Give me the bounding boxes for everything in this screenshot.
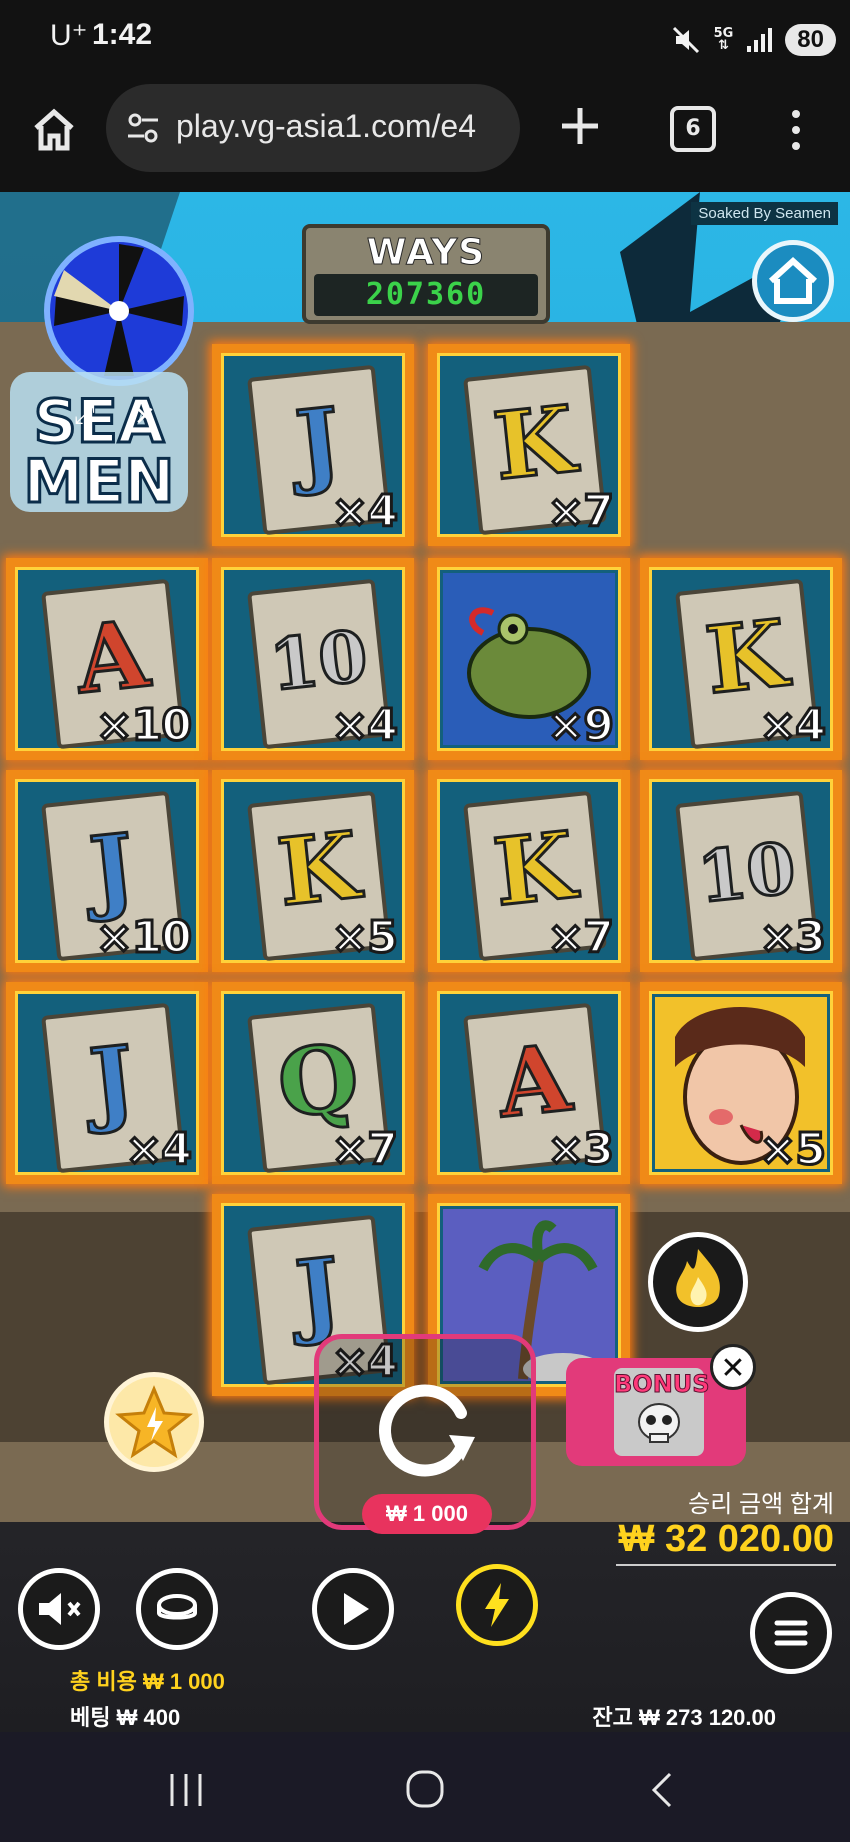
reel-symbol-1-1: 10 ×4 — [212, 558, 414, 760]
reel-symbol-3-2: A ×3 — [428, 982, 630, 1184]
multiplier-label: ×10 — [94, 911, 193, 965]
reel-symbol-1-0: A ×10 — [6, 558, 208, 760]
star-icon — [115, 1385, 193, 1459]
signal-icon — [747, 28, 773, 52]
bonus-label: BONUS — [614, 1370, 711, 1399]
plus-icon[interactable] — [556, 102, 604, 150]
reel-symbol-2-3: 10 ×3 — [640, 770, 842, 972]
reel-symbol-0-1: J ×4 — [212, 344, 414, 546]
feature-button[interactable] — [648, 1232, 748, 1332]
multiplier-label: ×5 — [330, 911, 400, 965]
symbol-letter: 10 — [692, 825, 801, 921]
home-icon[interactable] — [30, 106, 78, 154]
svg-text:MEN: MEN — [24, 447, 175, 517]
reel-symbol-2-0: J ×10 — [6, 770, 208, 972]
multiplier-label: ×10 — [94, 699, 193, 753]
tune-icon[interactable] — [126, 110, 160, 146]
game-canvas[interactable]: Soaked By Seamen SEA MEN ⤢ ✕ WAYS 207360… — [0, 192, 850, 1732]
reel-symbol-0-2: K ×7 — [428, 344, 630, 546]
win-divider — [616, 1564, 836, 1566]
status-bar: U⁺ 1:42 5G ⇅ 80 — [0, 0, 850, 80]
bet-amount: 베팅 ₩ 400 — [70, 1705, 181, 1730]
balance: 잔고 ₩ 273 120.00 — [592, 1705, 776, 1730]
flame-icon — [676, 1249, 720, 1307]
close-icon: ✕ — [720, 1351, 746, 1386]
back-icon[interactable] — [640, 1768, 690, 1812]
multiplier-label: ×4 — [124, 1123, 194, 1177]
win-total-label: 승리 금액 합계 — [688, 1491, 834, 1518]
mute-icon — [39, 1593, 81, 1625]
multiplier-label: ×4 — [758, 699, 828, 753]
reel-symbol-2-2: K ×7 — [428, 770, 630, 972]
clock: 1:42 — [92, 18, 153, 51]
nav-home-icon[interactable] — [400, 1768, 450, 1812]
multiplier-label: ×7 — [330, 1123, 400, 1177]
symbol-letter: 10 — [264, 613, 373, 709]
game-home-button[interactable] — [752, 240, 834, 322]
spin-cost-badge: ₩ 1 000 — [362, 1494, 492, 1534]
ways-label: WAYS — [366, 232, 486, 274]
total-cost: 총 비용 ₩ 1 000 — [70, 1669, 225, 1694]
multiplier-label: ×3 — [758, 911, 828, 965]
menu-button[interactable] — [750, 1592, 832, 1674]
network-5g-icon: 5G ⇅ — [713, 26, 734, 53]
address-bar[interactable]: play.vg-asia1.com/e4 — [106, 84, 520, 172]
reel-symbol-3-3: ×5 — [640, 982, 842, 1184]
game-title-tag: Soaked By Seamen — [691, 202, 838, 225]
ways-panel: WAYS 207360 — [302, 224, 550, 324]
multiplier-label: ×3 — [546, 1123, 616, 1177]
reel-symbol-3-0: J ×4 — [6, 982, 208, 1184]
more-icon[interactable] — [784, 106, 808, 154]
browser-toolbar: play.vg-asia1.com/e4 6 — [0, 80, 850, 192]
win-total-amount: ₩ 32 020.00 — [618, 1518, 834, 1560]
reel-symbol-1-2: ×9 — [428, 558, 630, 760]
reel-symbol-3-1: Q ×7 — [212, 982, 414, 1184]
multiplier-label: ×4 — [330, 485, 400, 539]
favorite-button[interactable] — [104, 1372, 204, 1472]
recent-apps-icon[interactable] — [162, 1768, 212, 1812]
turbo-button[interactable] — [456, 1564, 538, 1646]
bonus-close-button[interactable]: ✕ — [710, 1344, 756, 1390]
home-icon — [768, 256, 818, 304]
multiplier-label: ×9 — [546, 699, 616, 753]
coin-button[interactable] — [136, 1568, 218, 1650]
carrier-label: U⁺ — [50, 19, 88, 52]
game-logo: SEA MEN — [10, 372, 188, 519]
sound-toggle-button[interactable] — [18, 1568, 100, 1650]
multiplier-label: ×7 — [546, 911, 616, 965]
expand-icon[interactable]: ⤢ — [74, 400, 95, 431]
menu-icon — [774, 1620, 808, 1646]
multiplier-label: ×4 — [330, 699, 400, 753]
lightning-icon — [485, 1583, 509, 1627]
play-icon — [344, 1593, 369, 1625]
battery-indicator: 80 — [785, 24, 836, 56]
autoplay-button[interactable] — [312, 1568, 394, 1650]
skull-icon — [638, 1403, 680, 1443]
system-nav-bar — [0, 1732, 850, 1842]
coin-icon — [157, 1594, 197, 1620]
close-icon[interactable]: ✕ — [134, 402, 156, 432]
tab-count: 6 — [685, 116, 701, 141]
ways-value: 207360 — [365, 277, 487, 312]
tabs-icon[interactable]: 6 — [670, 106, 716, 152]
multiplier-label: ×7 — [546, 485, 616, 539]
reel-symbol-2-1: K ×5 — [212, 770, 414, 972]
mute-icon — [672, 26, 699, 54]
spin-icon — [379, 1384, 475, 1477]
url-text: play.vg-asia1.com/e4 — [176, 108, 476, 144]
multiplier-label: ×5 — [758, 1123, 828, 1177]
reel-symbol-1-3: K ×4 — [640, 558, 842, 760]
